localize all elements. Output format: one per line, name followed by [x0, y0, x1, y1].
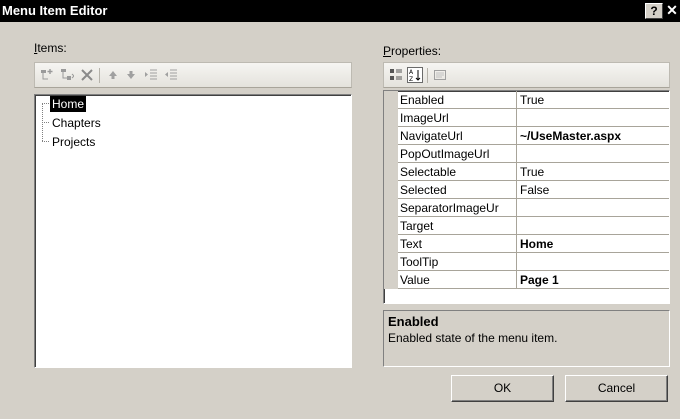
description-title: Enabled	[388, 314, 439, 329]
property-row-popoutimageurl[interactable]: PopOutImageUrl	[384, 145, 669, 163]
property-value[interactable]: False	[517, 181, 669, 199]
items-label-text: tems:	[37, 41, 67, 55]
alphabetical-icon[interactable]: AZ	[407, 67, 423, 83]
close-button[interactable]: ✕	[664, 3, 680, 19]
row-gutter	[384, 253, 398, 271]
categorized-icon[interactable]	[389, 68, 403, 82]
property-value[interactable]: ~/UseMaster.aspx	[517, 127, 669, 145]
toolbar-separator	[427, 68, 428, 83]
properties-grid[interactable]: Enabled True ImageUrl NavigateUrl ~/UseM…	[383, 90, 670, 304]
ok-button[interactable]: OK	[451, 375, 554, 402]
property-name: SeparatorImageUr	[398, 199, 517, 217]
property-value[interactable]: True	[517, 91, 669, 109]
property-row-selectable[interactable]: Selectable True	[384, 163, 669, 181]
property-value[interactable]	[517, 253, 669, 271]
property-row-enabled[interactable]: Enabled True	[384, 91, 669, 109]
property-name: Selectable	[398, 163, 517, 181]
property-description-panel: Enabled Enabled state of the menu item.	[383, 310, 670, 367]
add-root-item-icon[interactable]	[40, 68, 54, 82]
properties-label: Properties:	[383, 44, 441, 58]
row-gutter	[384, 235, 398, 253]
help-button[interactable]: ?	[645, 3, 663, 19]
property-row-value[interactable]: Value Page 1	[384, 271, 669, 289]
row-gutter	[384, 199, 398, 217]
property-row-tooltip[interactable]: ToolTip	[384, 253, 669, 271]
property-row-navigateurl[interactable]: NavigateUrl ~/UseMaster.aspx	[384, 127, 669, 145]
property-value[interactable]	[517, 109, 669, 127]
items-tree[interactable]: Home Chapters Projects	[34, 94, 352, 368]
property-name: Text	[398, 235, 517, 253]
tree-connector	[42, 122, 49, 123]
row-gutter	[384, 181, 398, 199]
properties-label-text: roperties:	[391, 44, 442, 58]
properties-label-accesskey: P	[383, 44, 392, 58]
property-row-target[interactable]: Target	[384, 217, 669, 235]
tree-connector	[42, 103, 49, 104]
tree-item-home[interactable]: Home	[50, 96, 87, 112]
property-value[interactable]	[517, 145, 669, 163]
property-row-text[interactable]: Text Home	[384, 235, 669, 253]
property-value[interactable]	[517, 217, 669, 235]
items-toolbar	[34, 62, 352, 88]
tree-item-chapters[interactable]: Chapters	[50, 115, 103, 131]
row-gutter	[384, 127, 398, 145]
add-child-item-icon[interactable]	[60, 68, 75, 82]
move-down-icon[interactable]	[124, 68, 138, 82]
row-gutter	[384, 91, 398, 109]
property-row-separatorimageurl[interactable]: SeparatorImageUr	[384, 199, 669, 217]
row-gutter	[384, 217, 398, 235]
property-pages-icon[interactable]	[433, 68, 447, 82]
remove-item-icon[interactable]	[80, 68, 94, 82]
tree-item-projects[interactable]: Projects	[50, 134, 97, 150]
window-title: Menu Item Editor	[2, 3, 108, 18]
property-value[interactable]	[517, 199, 669, 217]
svg-text:A: A	[409, 69, 414, 76]
property-row-imageurl[interactable]: ImageUrl	[384, 109, 669, 127]
row-gutter	[384, 109, 398, 127]
cancel-button[interactable]: Cancel	[565, 375, 668, 402]
property-name: ImageUrl	[398, 109, 517, 127]
property-value[interactable]: True	[517, 163, 669, 181]
toolbar-separator	[99, 68, 100, 83]
property-name: Value	[398, 271, 517, 289]
property-value[interactable]: Home	[517, 235, 669, 253]
property-name: NavigateUrl	[398, 127, 517, 145]
row-gutter	[384, 271, 398, 289]
property-name: Target	[398, 217, 517, 235]
items-label: Items:	[34, 41, 67, 55]
property-name: Enabled	[398, 91, 517, 109]
properties-toolbar: AZ	[383, 62, 670, 88]
property-name: ToolTip	[398, 253, 517, 271]
outdent-icon[interactable]	[164, 68, 178, 82]
row-gutter	[384, 163, 398, 181]
property-row-selected[interactable]: Selected False	[384, 181, 669, 199]
property-value[interactable]: Page 1	[517, 271, 669, 289]
row-gutter	[384, 145, 398, 163]
description-text: Enabled state of the menu item.	[388, 331, 558, 345]
property-name: Selected	[398, 181, 517, 199]
svg-text:Z: Z	[409, 76, 413, 82]
title-bar: Menu Item Editor ? ✕	[0, 0, 680, 22]
property-name: PopOutImageUrl	[398, 145, 517, 163]
tree-connector	[42, 141, 49, 142]
move-up-icon[interactable]	[106, 68, 120, 82]
indent-icon[interactable]	[144, 68, 158, 82]
